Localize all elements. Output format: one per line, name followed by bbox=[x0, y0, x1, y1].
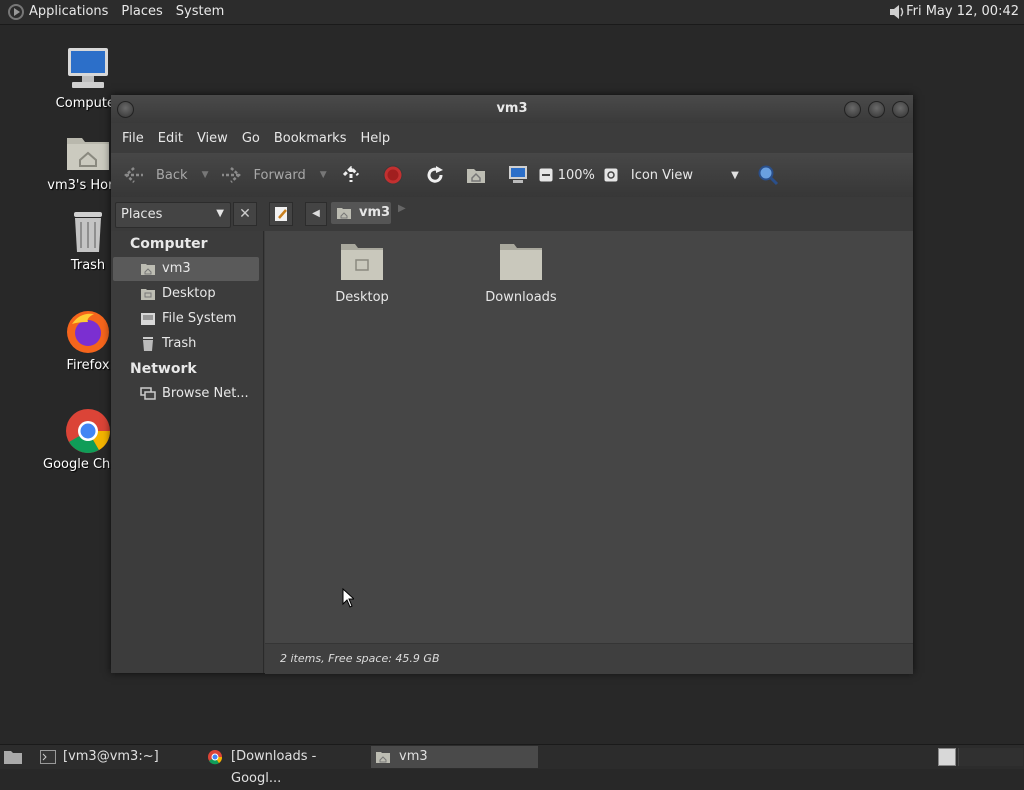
close-button[interactable] bbox=[892, 101, 909, 118]
zoom-level: 100% bbox=[557, 167, 595, 183]
sidebar-item-label: Browse Net... bbox=[162, 386, 249, 401]
sidebar-heading-network: Network bbox=[130, 361, 197, 377]
menubar: File Edit View Go Bookmarks Help bbox=[111, 125, 913, 151]
back-button[interactable]: Back bbox=[123, 166, 188, 184]
task-label: [vm3@vm3:~] bbox=[63, 749, 159, 764]
file-item-desktop[interactable]: Desktop bbox=[307, 240, 417, 305]
places-dropdown-label: Places bbox=[121, 207, 163, 222]
chrome-icon bbox=[64, 407, 112, 455]
desktop-folder-icon bbox=[141, 289, 155, 300]
task-terminal[interactable]: [vm3@vm3:~] bbox=[36, 746, 201, 768]
sidebar-item-browse-network[interactable]: Browse Net... bbox=[113, 382, 259, 406]
sidebar-item-label: File System bbox=[162, 311, 237, 326]
folder-icon bbox=[500, 244, 542, 280]
window-titlebar[interactable]: vm3 bbox=[111, 95, 913, 123]
file-item-label: Downloads bbox=[485, 290, 557, 305]
sidebar-heading-computer: Computer bbox=[130, 236, 208, 252]
trash-icon bbox=[143, 337, 153, 351]
back-label: Back bbox=[156, 167, 188, 183]
sidebar-item-label: Trash bbox=[162, 336, 197, 351]
file-icon-view[interactable]: Desktop Downloads bbox=[265, 231, 913, 643]
sidebar-item-label: vm3 bbox=[162, 261, 191, 276]
folder-icon bbox=[376, 752, 390, 763]
home-icon bbox=[337, 208, 351, 219]
task-file-manager[interactable]: vm3 bbox=[371, 746, 538, 768]
sidebar-item-desktop[interactable]: Desktop bbox=[113, 282, 259, 306]
file-manager-window: vm3 File Edit View Go Bookmarks Help Bac… bbox=[111, 95, 913, 674]
file-item-label: Desktop bbox=[335, 290, 389, 305]
places-dropdown[interactable]: Places ▼ bbox=[115, 202, 231, 228]
sidebar-item-vm3[interactable]: vm3 bbox=[113, 257, 259, 281]
menu-help[interactable]: Help bbox=[360, 131, 390, 146]
clock[interactable]: Fri May 12, 00:42 bbox=[906, 0, 1019, 24]
sidebar-item-trash[interactable]: Trash bbox=[113, 332, 259, 356]
file-item-downloads[interactable]: Downloads bbox=[466, 240, 576, 305]
places-sidebar: Computer vm3 Desktop File System Trash N… bbox=[111, 231, 264, 673]
chrome-icon bbox=[208, 750, 223, 765]
computer-icon bbox=[64, 46, 112, 94]
drive-icon bbox=[141, 313, 155, 325]
volume-icon[interactable] bbox=[888, 3, 906, 21]
menu-system[interactable]: System bbox=[176, 0, 224, 24]
forward-button[interactable]: Forward bbox=[220, 166, 306, 184]
view-mode-select[interactable]: Icon View ▼ bbox=[631, 168, 739, 183]
up-arrow-icon[interactable] bbox=[341, 165, 361, 185]
maximize-button[interactable] bbox=[868, 101, 885, 118]
menu-places[interactable]: Places bbox=[121, 0, 162, 24]
view-mode-label: Icon View bbox=[630, 167, 694, 183]
sidebar-item-file-system[interactable]: File System bbox=[113, 307, 259, 331]
window-title: vm3 bbox=[496, 101, 528, 116]
top-panel: Applications Places System Fri May 12, 0… bbox=[0, 0, 1024, 25]
terminal-icon bbox=[40, 750, 56, 764]
menu-edit[interactable]: Edit bbox=[158, 131, 183, 146]
forward-history-dropdown[interactable]: ▼ bbox=[320, 170, 327, 180]
toolbar: Back ▼ Forward ▼ 100% Icon View ▼ bbox=[111, 153, 913, 197]
chevron-down-icon: ▼ bbox=[216, 208, 224, 219]
stop-icon[interactable] bbox=[383, 165, 403, 185]
breadcrumb-vm3[interactable]: vm3 bbox=[331, 202, 391, 224]
close-sidebar-icon[interactable]: ✕ bbox=[233, 202, 257, 226]
search-icon[interactable] bbox=[757, 164, 779, 186]
reload-icon[interactable] bbox=[425, 165, 445, 185]
breadcrumb-right-arrow[interactable]: ▶ bbox=[398, 203, 406, 214]
minimize-button[interactable] bbox=[844, 101, 861, 118]
task-label: [Downloads - Googl... bbox=[231, 749, 317, 786]
bottom-taskbar: [vm3@vm3:~] [Downloads - Googl... vm3 bbox=[0, 744, 1024, 786]
home-folder-icon bbox=[64, 128, 112, 176]
status-text: 2 items, Free space: 45.9 GB bbox=[280, 652, 440, 665]
menu-file[interactable]: File bbox=[122, 131, 144, 146]
back-history-dropdown[interactable]: ▼ bbox=[202, 170, 209, 180]
zoom-out-icon[interactable] bbox=[539, 168, 553, 182]
forward-label: Forward bbox=[253, 167, 306, 183]
forward-arrow-icon bbox=[222, 167, 242, 183]
menu-view[interactable]: View bbox=[197, 131, 228, 146]
breadcrumb-label: vm3 bbox=[359, 205, 391, 220]
task-chrome[interactable]: [Downloads - Googl... bbox=[204, 746, 369, 786]
firefox-icon bbox=[64, 308, 112, 356]
show-desktop-icon[interactable] bbox=[3, 749, 23, 765]
menu-go[interactable]: Go bbox=[242, 131, 260, 146]
mouse-pointer-icon bbox=[342, 588, 354, 608]
home-icon bbox=[141, 264, 155, 275]
zoom-in-icon[interactable] bbox=[604, 168, 618, 182]
workspace-switcher-empty[interactable] bbox=[958, 748, 1023, 766]
menu-bookmarks[interactable]: Bookmarks bbox=[274, 131, 347, 146]
applications-icon[interactable] bbox=[8, 4, 24, 20]
task-label: vm3 bbox=[399, 749, 428, 764]
sidebar-item-label: Desktop bbox=[162, 286, 216, 301]
network-icon bbox=[140, 387, 156, 400]
desktop-folder-icon bbox=[341, 244, 383, 280]
home-icon[interactable] bbox=[466, 166, 486, 184]
workspace-switcher[interactable] bbox=[938, 748, 956, 766]
computer-icon[interactable] bbox=[507, 165, 529, 185]
menu-applications[interactable]: Applications bbox=[29, 0, 108, 24]
breadcrumb-left-arrow[interactable]: ◀ bbox=[305, 202, 327, 226]
trash-icon bbox=[64, 208, 112, 256]
back-arrow-icon bbox=[124, 167, 143, 183]
edit-location-icon[interactable] bbox=[269, 202, 293, 226]
chevron-down-icon: ▼ bbox=[731, 169, 739, 181]
status-bar: 2 items, Free space: 45.9 GB bbox=[265, 643, 913, 674]
location-bar: Places ▼ ✕ ◀ vm3 ▶ bbox=[111, 197, 913, 231]
